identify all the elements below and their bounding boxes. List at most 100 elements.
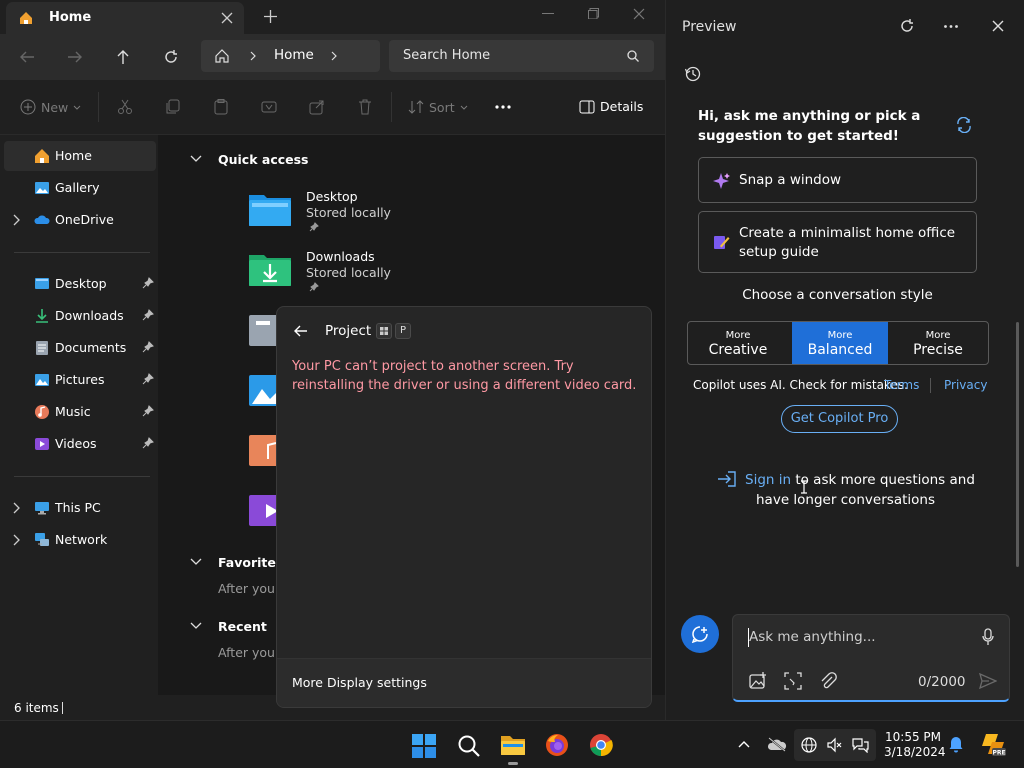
attach-icon[interactable]	[819, 672, 837, 690]
section-recent[interactable]: Recent	[218, 619, 267, 634]
notification-bell-icon[interactable]	[949, 736, 963, 753]
sparkle-icon	[713, 173, 730, 189]
share-icon[interactable]	[309, 99, 325, 115]
chevron-right-icon[interactable]	[12, 502, 22, 514]
windows-start-icon[interactable]	[412, 734, 436, 758]
clock[interactable]: 10:55 PM 3/18/2024	[884, 730, 946, 760]
style-creative-button[interactable]: More Creative	[688, 322, 788, 364]
sidebar-item-downloads[interactable]: Downloads	[4, 301, 156, 331]
up-button[interactable]	[105, 39, 141, 75]
style-balanced-button[interactable]: More Balanced	[792, 322, 888, 364]
cut-icon[interactable]	[117, 99, 133, 115]
privacy-link[interactable]: Privacy	[944, 378, 987, 392]
section-quick-access[interactable]: Quick access	[218, 152, 309, 167]
get-copilot-pro-button[interactable]: Get Copilot Pro	[781, 405, 898, 433]
sort-icon	[408, 100, 424, 114]
search-box[interactable]: Search Home	[389, 40, 654, 72]
chat-input-placeholder[interactable]: Ask me anything...	[749, 629, 876, 645]
sidebar-label: Desktop	[55, 276, 107, 291]
clock-time: 10:55 PM	[885, 730, 941, 744]
chevron-up-icon[interactable]	[738, 740, 750, 748]
sidebar-item-home[interactable]: Home	[4, 141, 156, 171]
onedrive-offline-icon[interactable]	[767, 736, 787, 752]
chevron-right-icon[interactable]	[331, 51, 337, 61]
history-icon[interactable]	[685, 66, 701, 82]
rename-icon[interactable]	[261, 99, 277, 115]
conversation-style-selector: More Creative More Balanced More Precise	[687, 321, 989, 365]
suggestion-home-office-guide[interactable]: Create a minimalist home office setup gu…	[698, 211, 977, 273]
firefox-icon[interactable]	[545, 733, 569, 757]
copy-icon[interactable]	[165, 99, 181, 115]
arrow-up-icon	[117, 50, 129, 64]
forward-button[interactable]	[57, 39, 93, 75]
sidebar-item-music[interactable]: Music	[4, 397, 156, 427]
sign-in-link[interactable]: Sign in	[745, 472, 791, 488]
terms-link[interactable]: Terms	[884, 378, 919, 392]
sign-in-icon	[718, 471, 736, 487]
sidebar-label: Videos	[55, 436, 97, 451]
more-display-settings-link[interactable]: More Display settings	[292, 675, 427, 690]
close-window-icon[interactable]	[633, 8, 645, 20]
copilot-pane: Preview Hi, ask me anything or pick a su…	[665, 0, 1024, 720]
minimize-icon[interactable]	[542, 13, 554, 15]
breadcrumb[interactable]: Home	[201, 40, 380, 72]
maximize-icon[interactable]	[588, 8, 599, 19]
section-favorites[interactable]: Favorites	[218, 555, 283, 570]
chevron-right-icon[interactable]	[12, 534, 22, 546]
pin-icon	[142, 341, 154, 353]
sort-button[interactable]: Sort	[408, 99, 468, 115]
new-button[interactable]: New	[20, 99, 81, 115]
more-options-icon[interactable]	[495, 105, 511, 109]
chrome-icon[interactable]	[589, 733, 613, 757]
close-icon[interactable]	[992, 20, 1004, 32]
quick-settings-button[interactable]	[794, 729, 876, 761]
refresh-icon[interactable]	[900, 19, 914, 33]
close-tab-icon[interactable]	[221, 12, 233, 24]
project-footer: More Display settings	[277, 658, 651, 707]
chevron-down-icon[interactable]	[190, 155, 202, 163]
delete-icon[interactable]	[357, 99, 373, 115]
copilot-pre-icon[interactable]: PRE	[980, 732, 1006, 758]
suggestion-snap-window[interactable]: Snap a window	[698, 157, 977, 203]
pin-icon	[142, 277, 154, 289]
sidebar-item-this-pc[interactable]: This PC	[4, 493, 156, 523]
chevron-down-icon[interactable]	[190, 622, 202, 630]
details-label: Details	[600, 99, 644, 114]
chat-input-box[interactable]: Ask me anything... 0/2000	[732, 614, 1010, 702]
sidebar-item-documents[interactable]: Documents	[4, 333, 156, 363]
taskbar: 10:55 PM 3/18/2024 PRE	[0, 720, 1024, 768]
search-placeholder: Search Home	[403, 48, 491, 63]
style-precise-button[interactable]: More Precise	[888, 322, 988, 364]
refresh-button[interactable]	[153, 39, 189, 75]
sidebar-item-network[interactable]: Network	[4, 525, 156, 555]
back-arrow-icon[interactable]	[294, 325, 308, 337]
sidebar-item-onedrive[interactable]: OneDrive	[4, 205, 156, 235]
tab-home[interactable]: Home	[6, 2, 244, 34]
screenshot-icon[interactable]	[784, 672, 802, 690]
chevron-down-icon[interactable]	[190, 558, 202, 566]
details-button[interactable]: Details	[579, 99, 643, 114]
scrollbar-thumb[interactable]	[1016, 322, 1019, 567]
chevron-right-icon[interactable]	[12, 214, 22, 226]
sidebar-label: Downloads	[55, 308, 124, 323]
refresh-suggestions-icon[interactable]	[956, 117, 972, 133]
sidebar-item-pictures[interactable]: Pictures	[4, 365, 156, 395]
sidebar-item-desktop[interactable]: Desktop	[4, 269, 156, 299]
home-icon	[20, 12, 32, 24]
paste-icon[interactable]	[213, 99, 229, 115]
new-topic-button[interactable]	[681, 615, 719, 653]
sidebar-item-gallery[interactable]: Gallery	[4, 173, 156, 203]
search-icon[interactable]	[457, 734, 481, 758]
add-image-icon[interactable]	[749, 672, 767, 690]
send-icon[interactable]	[979, 673, 997, 689]
sidebar-item-videos[interactable]: Videos	[4, 429, 156, 459]
file-explorer-icon[interactable]	[500, 733, 526, 757]
videos-icon	[35, 438, 49, 450]
microphone-icon[interactable]	[982, 628, 994, 646]
breadcrumb-home[interactable]: Home	[274, 47, 314, 63]
project-error-message: Your PC can’t project to another screen.…	[292, 359, 637, 393]
new-tab-icon[interactable]	[264, 10, 277, 23]
more-options-icon[interactable]	[944, 25, 958, 28]
back-button[interactable]	[9, 39, 45, 75]
sign-in-text: to ask more questions and	[791, 472, 975, 488]
